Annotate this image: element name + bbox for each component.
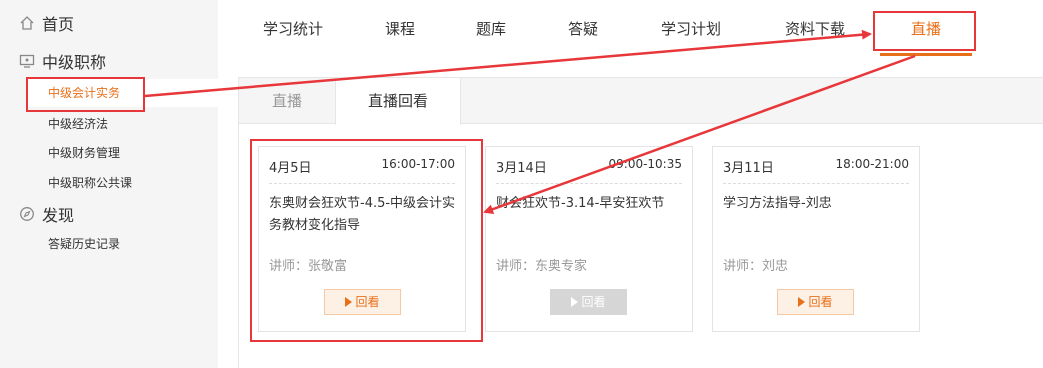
annotation-box-course [26, 77, 145, 112]
annotation-box-live-tab [873, 11, 976, 51]
card-title: 财会狂欢节-3.14-早安狂欢节 [496, 196, 665, 211]
tab-bar: 直播 直播回看 [239, 78, 1043, 125]
tab-live[interactable]: 直播 [239, 78, 335, 125]
sidebar-section-intermediate-title[interactable]: 中级职称 [18, 49, 106, 73]
card-teacher: 讲师：刘忠 [723, 259, 789, 274]
replay-button-disabled: 回看 [550, 289, 627, 315]
sidebar-section-label: 发现 [42, 206, 75, 225]
tab-live-replay[interactable]: 直播回看 [335, 78, 461, 125]
sidebar-item-financial-management[interactable]: 中级财务管理 [48, 144, 120, 162]
nav-active-underline [880, 53, 972, 56]
nav-courses[interactable]: 课程 [378, 18, 422, 40]
nav-study-plan[interactable]: 学习计划 [658, 18, 724, 40]
card-date: 3月14日 [496, 161, 547, 176]
annotation-box-card [250, 139, 483, 342]
card-time: 09:00-10:35 [608, 157, 683, 171]
card-date: 3月11日 [723, 161, 774, 176]
live-card: 3月11日 18:00-21:00 学习方法指导-刘忠 讲师：刘忠 回看 [712, 146, 920, 332]
home-icon [18, 14, 36, 32]
sidebar-item-economic-law[interactable]: 中级经济法 [48, 115, 108, 133]
sidebar: 首页 中级职称 中级会计实务 中级经济法 中级财务管理 中级职称公共课 发现 答… [0, 0, 218, 368]
sidebar-section-label: 首页 [42, 15, 75, 34]
nav-question-bank[interactable]: 题库 [469, 18, 513, 40]
monitor-icon [18, 52, 36, 70]
replay-button-label: 回看 [808, 295, 833, 309]
sidebar-item-public-course[interactable]: 中级职称公共课 [48, 174, 132, 192]
card-divider [723, 183, 909, 184]
live-card: 3月14日 09:00-10:35 财会狂欢节-3.14-早安狂欢节 讲师：东奥… [485, 146, 693, 332]
replay-button-label: 回看 [581, 295, 606, 309]
replay-button[interactable]: 回看 [777, 289, 854, 315]
play-icon [798, 297, 806, 307]
card-time: 18:00-21:00 [835, 157, 910, 171]
sidebar-section-label: 中级职称 [42, 53, 107, 72]
play-icon [571, 297, 579, 307]
compass-icon [18, 205, 36, 223]
nav-qa[interactable]: 答疑 [561, 18, 605, 40]
sidebar-section-home[interactable]: 首页 [18, 11, 74, 35]
nav-study-stats[interactable]: 学习统计 [260, 18, 326, 40]
card-title: 学习方法指导-刘忠 [723, 196, 832, 211]
card-divider [496, 183, 682, 184]
card-teacher: 讲师：东奥专家 [496, 259, 588, 274]
sidebar-item-qa-history[interactable]: 答疑历史记录 [48, 235, 120, 253]
sidebar-section-discover[interactable]: 发现 [18, 202, 74, 226]
nav-downloads[interactable]: 资料下载 [782, 18, 848, 40]
